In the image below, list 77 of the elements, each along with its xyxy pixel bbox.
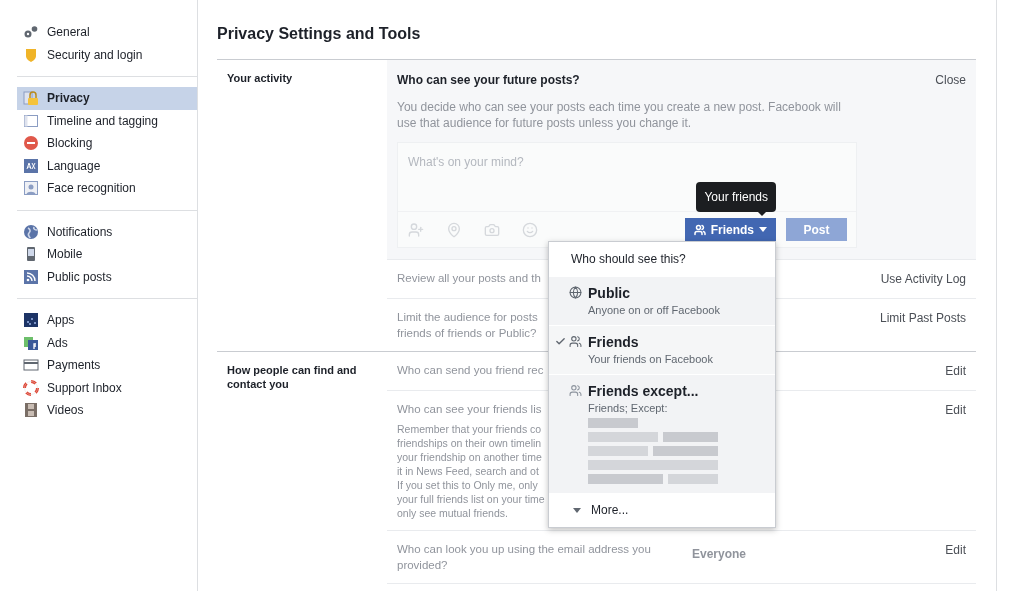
setting-description: You decide who can see your posts each time you create a new post. Facebook will use that audience for future posts unless you change it. bbox=[397, 99, 842, 131]
sidebar-item[interactable]: Support Inbox bbox=[17, 376, 197, 399]
setting-label: Who can send you friend rec bbox=[397, 363, 544, 378]
portrait-icon bbox=[23, 180, 39, 197]
friends-icon bbox=[569, 335, 582, 348]
more-option[interactable]: More... bbox=[549, 493, 775, 527]
setting-action-link[interactable]: Edit bbox=[945, 541, 966, 559]
check-icon bbox=[555, 336, 566, 347]
setting-action-link[interactable]: Use Activity Log bbox=[880, 270, 966, 288]
blocking-icon bbox=[23, 135, 39, 152]
friends-icon bbox=[569, 384, 582, 397]
sidebar-item[interactable]: Notifications bbox=[17, 220, 197, 243]
sidebar-item[interactable]: Language bbox=[17, 154, 197, 177]
page-title: Privacy Settings and Tools bbox=[217, 24, 422, 44]
setting-note: Remember that your friends co bbox=[397, 422, 542, 436]
option-label: Public bbox=[588, 284, 631, 302]
option-label: Friends except... bbox=[588, 382, 700, 400]
sidebar-item[interactable]: Videos bbox=[17, 399, 197, 422]
setting-value: Everyone bbox=[692, 547, 747, 561]
option-description: Your friends on Facebook bbox=[588, 352, 713, 367]
ads-icon bbox=[23, 334, 39, 351]
sidebar-item[interactable]: Timeline and tagging bbox=[17, 109, 197, 132]
setting-note: your full friends list on your time bbox=[397, 492, 545, 506]
close-link[interactable]: Close bbox=[935, 71, 966, 89]
setting-action-link[interactable]: Limit Past Posts bbox=[879, 309, 966, 327]
globe-icon bbox=[569, 286, 582, 299]
sidebar-item[interactable]: Mobile bbox=[17, 243, 197, 266]
setting-title: Who can see your future posts? bbox=[397, 72, 580, 89]
camera-icon[interactable] bbox=[484, 221, 500, 238]
sidebar-item[interactable]: Blocking bbox=[17, 132, 197, 155]
setting-label: Who can look you up using the email address you bbox=[397, 542, 651, 557]
setting-note: friendships on their own timelin bbox=[397, 436, 542, 450]
setting-label: Limit the audience for posts bbox=[397, 310, 538, 325]
friends-icon bbox=[693, 223, 706, 236]
globe-icon bbox=[23, 223, 39, 240]
caret-icon bbox=[759, 227, 767, 232]
caret-icon bbox=[573, 507, 581, 513]
smiley-icon[interactable] bbox=[522, 221, 538, 238]
badge-icon bbox=[23, 46, 39, 63]
option-label: Friends bbox=[588, 333, 640, 351]
rss-icon bbox=[23, 268, 39, 285]
window-icon bbox=[23, 112, 39, 129]
setting-label: provided? bbox=[397, 558, 448, 573]
sidebar-item[interactable]: Ads bbox=[17, 331, 197, 354]
film-icon bbox=[23, 402, 39, 419]
setting-label: Review all your posts and th bbox=[397, 271, 541, 286]
sidebar-item[interactable]: Privacy bbox=[17, 87, 197, 110]
setting-note: your friendship on another time bbox=[397, 450, 542, 464]
setting-label: Who can see your friends lis bbox=[397, 402, 542, 417]
setting-label: friends of friends or Public? bbox=[397, 326, 537, 341]
lifebuoy-icon bbox=[23, 379, 39, 396]
audience-button[interactable]: Friends bbox=[684, 218, 776, 241]
lock-icon bbox=[23, 90, 39, 107]
setting-action-link[interactable]: Edit bbox=[945, 401, 966, 419]
setting-action-link[interactable]: Edit bbox=[945, 362, 966, 380]
setting-note: If you set this to Only me, only bbox=[397, 478, 538, 492]
sidebar-item[interactable]: Face recognition bbox=[17, 177, 197, 200]
menu-header: Who should see this? bbox=[570, 251, 687, 268]
audience-option[interactable]: Friends Your friends on Facebook bbox=[549, 325, 775, 374]
sidebar-item[interactable]: Public posts bbox=[17, 265, 197, 288]
card-icon bbox=[23, 357, 39, 374]
audience-option[interactable]: Public Anyone on or off Facebook bbox=[549, 276, 775, 325]
sidebar-item[interactable]: Security and login bbox=[17, 43, 197, 66]
tag-friends-icon[interactable] bbox=[408, 221, 424, 238]
sidebar-item[interactable]: Apps bbox=[17, 309, 197, 332]
setting-note: it in News Feed, search and ot bbox=[397, 464, 539, 478]
language-icon bbox=[23, 157, 39, 174]
audience-option[interactable]: Friends except... Friends; Except: bbox=[549, 374, 775, 493]
sidebar-item[interactable]: General bbox=[17, 21, 197, 44]
option-description: Friends; Except: bbox=[588, 401, 668, 416]
option-description: Anyone on or off Facebook bbox=[588, 303, 720, 318]
location-pin-icon[interactable] bbox=[446, 221, 462, 238]
section-label: Your activity bbox=[227, 71, 294, 85]
sidebar-item[interactable]: Payments bbox=[17, 354, 197, 377]
section-label: How people can find and contact you bbox=[227, 363, 358, 391]
setting-note: only see mutual friends. bbox=[397, 506, 508, 520]
apps-icon bbox=[23, 312, 39, 329]
